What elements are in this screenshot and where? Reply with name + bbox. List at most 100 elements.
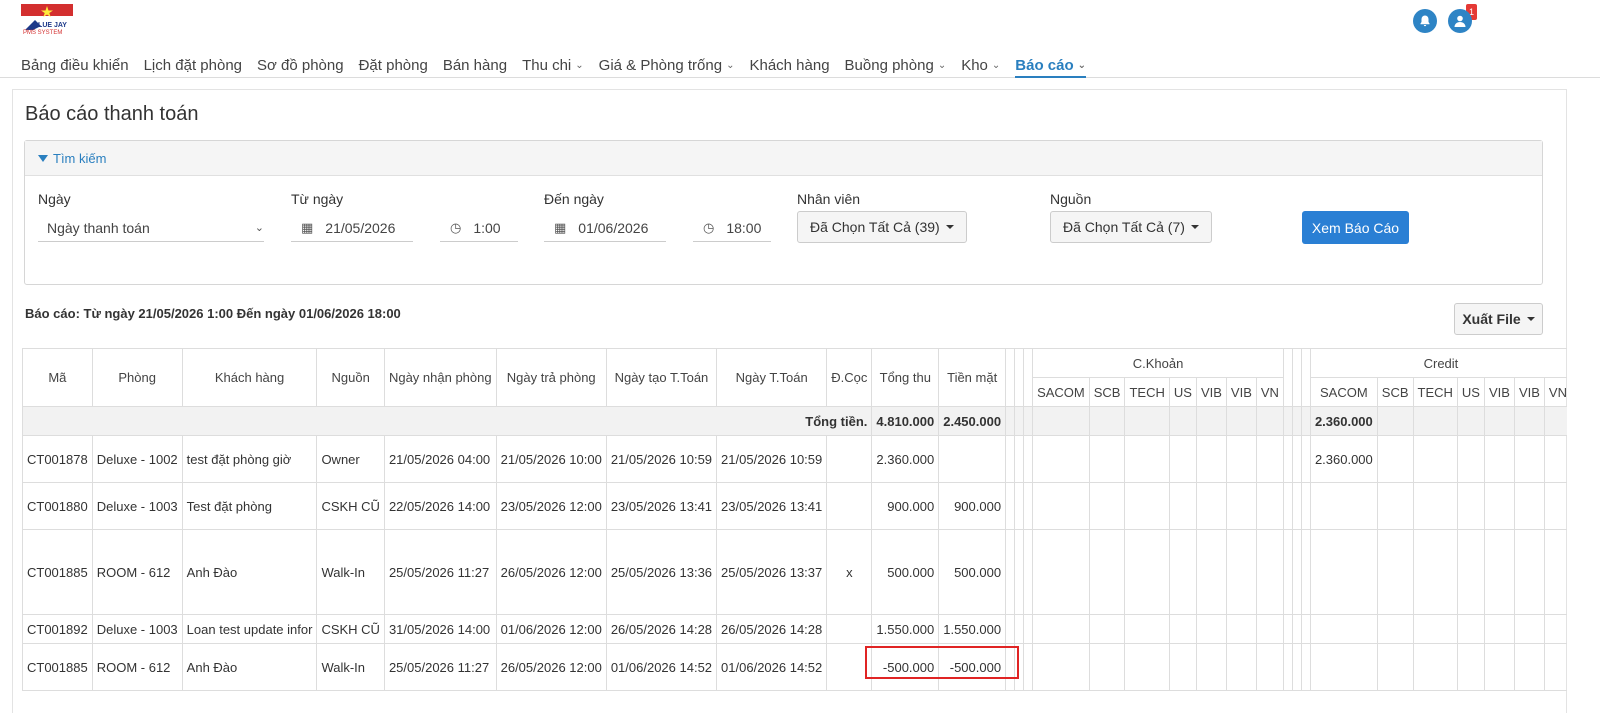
table-cell xyxy=(1456,643,1485,691)
table-row[interactable]: CT001885 ROOM - 612 Anh Đào Walk-In 25/05/20… xyxy=(22,643,1567,691)
spacer-column xyxy=(1282,348,1293,407)
table-cell xyxy=(1014,614,1025,644)
table-cell xyxy=(1543,406,1567,436)
credit-bank-header[interactable]: SCB xyxy=(1376,377,1414,407)
cell-source: Walk-In xyxy=(316,529,385,615)
nav-item-3[interactable]: Đặt phòng xyxy=(359,53,428,77)
transfer-bank-header[interactable]: SCB xyxy=(1088,377,1126,407)
column-header[interactable]: Phòng xyxy=(91,348,183,407)
group-header-credit: Credit xyxy=(1309,348,1567,378)
table-cell xyxy=(1513,435,1545,483)
credit-bank-header[interactable]: US xyxy=(1456,377,1485,407)
table-cell xyxy=(1282,643,1293,691)
table-cell xyxy=(1483,614,1515,644)
user-icon xyxy=(1454,15,1466,27)
credit-bank-header[interactable]: VIB xyxy=(1483,377,1515,407)
column-header[interactable]: Khách hàng xyxy=(181,348,318,407)
cell-checkout: 26/05/2026 12:00 xyxy=(495,529,607,615)
column-header[interactable]: Mã xyxy=(22,348,93,407)
table-cell xyxy=(1124,614,1170,644)
user-menu-button[interactable] xyxy=(1448,9,1472,33)
date-type-select[interactable]: Ngày thanh toán ⌄ xyxy=(38,214,264,242)
search-panel-header[interactable]: Tìm kiếm xyxy=(25,141,1542,176)
to-time-input[interactable]: ◷ 18:00 xyxy=(693,214,771,242)
table-row[interactable]: CT001880 Deluxe - 1003 Test đặt phòng CSKH … xyxy=(22,482,1567,530)
column-header[interactable]: Ngày T.Toán xyxy=(716,348,828,407)
table-cell xyxy=(1088,614,1126,644)
transfer-bank-header[interactable]: VIB xyxy=(1195,377,1227,407)
column-header[interactable]: Đ.Cọc xyxy=(826,348,873,407)
column-header[interactable]: Ngày trả phòng xyxy=(495,348,607,407)
nav-item-8[interactable]: Buồng phòng ⌄ xyxy=(845,53,947,77)
table-cell xyxy=(1412,435,1458,483)
nav-item-5[interactable]: Thu chi ⌄ xyxy=(522,53,584,77)
notification-button[interactable] xyxy=(1413,9,1437,33)
clock-icon: ◷ xyxy=(703,219,715,235)
from-time-input[interactable]: ◷ 1:00 xyxy=(440,214,518,242)
table-cell xyxy=(1195,482,1227,530)
table-cell xyxy=(1543,435,1567,483)
cell-credit-sacom xyxy=(1309,643,1378,691)
column-header[interactable]: Tiền mặt xyxy=(938,348,1007,407)
nav-item-4[interactable]: Bán hàng xyxy=(443,53,507,77)
credit-bank-header[interactable]: SACOM xyxy=(1309,377,1378,407)
table-row[interactable]: CT001878 Deluxe - 1002 test đặt phòng giờ O… xyxy=(22,435,1567,483)
credit-bank-header[interactable]: VIB xyxy=(1513,377,1545,407)
nav-item-1[interactable]: Lịch đặt phòng xyxy=(144,53,242,77)
export-file-button[interactable]: Xuất File xyxy=(1454,303,1543,335)
cell-total: 1.550.000 xyxy=(871,614,940,644)
nav-item-2[interactable]: Sơ đồ phòng xyxy=(257,53,344,77)
nav-item-6[interactable]: Giá & Phòng trống ⌄ xyxy=(599,53,735,77)
group-header-transfer: C.Khoản xyxy=(1032,348,1284,378)
table-row[interactable]: CT001892 Deluxe - 1003 Loan test update in… xyxy=(22,614,1567,644)
credit-bank-header[interactable]: VN xyxy=(1543,377,1567,407)
spacer-column xyxy=(1300,348,1311,407)
spacer-column xyxy=(1291,348,1302,407)
cell-checkout: 21/05/2026 10:00 xyxy=(495,435,607,483)
nav-item-label: Đặt phòng xyxy=(358,56,428,74)
report-table-container: Mã Phòng Khách hàng Nguồn Ngày nhận phòng Ngà… xyxy=(22,348,1567,713)
nav-item-label: Bán hàng xyxy=(442,56,508,74)
transfer-bank-header[interactable]: VIB xyxy=(1225,377,1257,407)
table-row[interactable]: CT001885 ROOM - 612 Anh Đào Walk-In 25/05/20… xyxy=(22,529,1567,615)
view-report-button[interactable]: Xem Báo Cáo xyxy=(1302,211,1409,244)
transfer-bank-header[interactable]: US xyxy=(1168,377,1197,407)
cell-checkout: 26/05/2026 12:00 xyxy=(495,643,607,691)
nav-item-7[interactable]: Khách hàng xyxy=(749,53,829,77)
brand-logo[interactable]: BLUE JAY PMS SYSTEM xyxy=(21,4,73,38)
to-date-input[interactable]: ▦ 01/06/2026 xyxy=(544,214,666,242)
transfer-bank-header[interactable]: VN xyxy=(1255,377,1284,407)
column-header[interactable]: Tổng thu xyxy=(871,348,940,407)
credit-bank-header[interactable]: TECH xyxy=(1412,377,1458,407)
column-header[interactable]: Ngày nhận phòng xyxy=(383,348,497,407)
cell-checkin: 25/05/2026 11:27 xyxy=(383,643,497,691)
table-cell xyxy=(1023,643,1034,691)
nav-item-9[interactable]: Kho ⌄ xyxy=(961,53,1000,77)
cell-guest: Anh Đào xyxy=(181,643,318,691)
table-cell xyxy=(1513,614,1545,644)
column-header[interactable]: Ngày tạo T.Toán xyxy=(605,348,718,407)
payment-report-table: Mã Phòng Khách hàng Nguồn Ngày nhận phòng Ngà… xyxy=(22,348,1567,691)
caret-down-icon xyxy=(1190,225,1199,229)
table-cell xyxy=(1483,529,1515,615)
from-date-input[interactable]: ▦ 21/05/2026 xyxy=(291,214,413,242)
staff-dropdown[interactable]: Đã Chọn Tất Cả (39) xyxy=(797,211,967,243)
highlight-refund-row xyxy=(865,646,1019,679)
nav-item-10[interactable]: Báo cáo ⌄ xyxy=(1015,52,1087,78)
cell-checkin: 22/05/2026 14:00 xyxy=(383,482,497,530)
cell-guest: Loan test update infor xyxy=(181,614,318,644)
spacer-column xyxy=(1005,348,1016,407)
table-cell xyxy=(1483,435,1515,483)
source-dropdown[interactable]: Đã Chọn Tất Cả (7) xyxy=(1050,211,1212,243)
nav-item-label: Thu chi xyxy=(522,56,572,74)
transfer-bank-header[interactable]: TECH xyxy=(1124,377,1170,407)
cell-source: CSKH CŨ xyxy=(316,614,385,644)
table-cell xyxy=(1513,482,1545,530)
cell-total: 900.000 xyxy=(871,482,940,530)
nav-item-0[interactable]: Bảng điều khiển xyxy=(21,53,129,77)
nav-item-label: Bảng điều khiển xyxy=(21,56,129,74)
table-cell xyxy=(1005,482,1016,530)
nav-item-label: Kho xyxy=(961,56,988,74)
column-header[interactable]: Nguồn xyxy=(316,348,385,407)
transfer-bank-header[interactable]: SACOM xyxy=(1032,377,1090,407)
